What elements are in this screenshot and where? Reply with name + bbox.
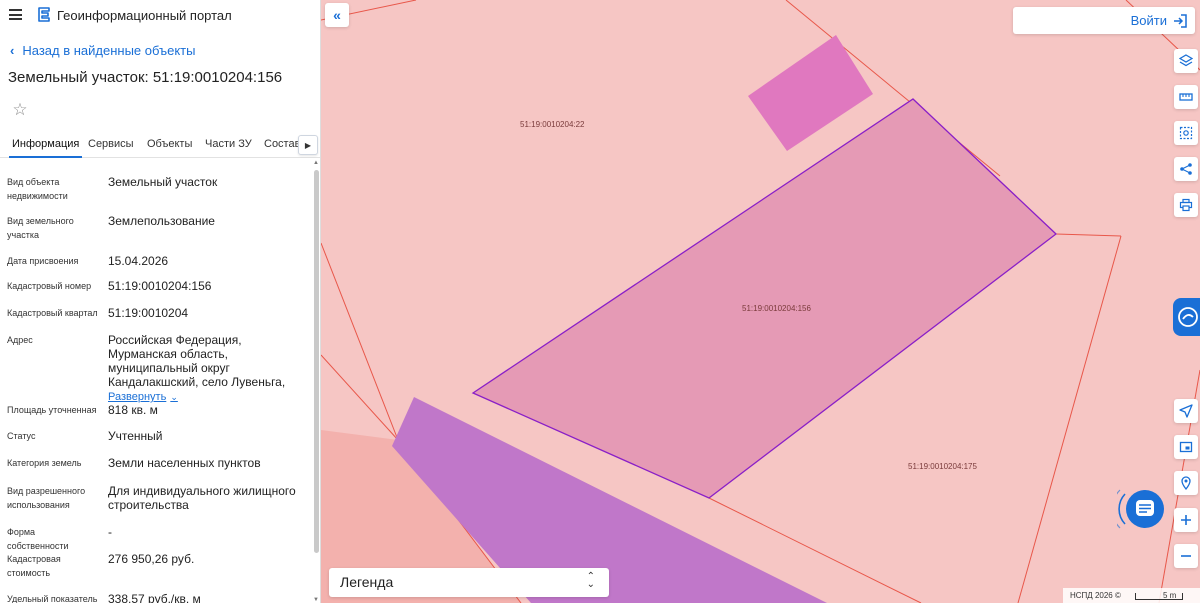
property-label: Вид земельного участка (7, 216, 74, 240)
property-label: Кадастровый номер (7, 281, 92, 291)
tab-information[interactable]: Информация (8, 138, 83, 158)
parcel-label-north: 51:19:0010204:22 (520, 120, 585, 129)
property-value: 51:19:0010204:156 (108, 279, 212, 293)
property-label: Форма собственности (7, 527, 69, 551)
property-value: Российская Федерация, Мурманская область… (108, 333, 308, 404)
copyright-text: НСПД 2026 © (1070, 591, 1121, 600)
login-icon (1174, 14, 1187, 28)
print-icon (1179, 198, 1193, 212)
property-value: 51:19:0010204 (108, 306, 189, 320)
parcel-label-east: 51:19:0010204:175 (908, 462, 978, 471)
property-label: Категория земель (7, 458, 82, 468)
scroll-up-icon[interactable]: ▲ (313, 160, 319, 166)
panel-header: Геоинформационный портал (0, 0, 320, 30)
support-tab-button[interactable] (1173, 298, 1200, 336)
panel-scrollbar[interactable]: ▲ ▼ (312, 160, 320, 603)
hamburger-icon[interactable] (9, 9, 22, 20)
map-canvas[interactable]: 51:19:0010204:22 51:19:0010204:156 51:19… (321, 0, 1200, 603)
double-chevron-left-icon: « (333, 7, 341, 23)
chat-bubble-icon (1111, 489, 1164, 529)
zoom-in-button[interactable] (1174, 508, 1198, 532)
expand-address-link[interactable]: Развернуть ⌄ (108, 390, 178, 404)
property-value: - (108, 525, 112, 539)
app-title: Геоинформационный портал (57, 8, 232, 23)
location-icon (1179, 404, 1193, 418)
selected-parcel[interactable] (471, 98, 1058, 499)
property-value: Учтенный (108, 429, 163, 443)
layers-button[interactable] (1174, 49, 1198, 73)
tab-composition[interactable]: Состав (264, 138, 300, 150)
property-value: 276 950,26 руб. (108, 552, 195, 566)
map-layer[interactable]: 51:19:0010204:22 51:19:0010204:156 51:19… (321, 0, 1200, 603)
tab-objects[interactable]: Объекты (147, 138, 192, 150)
back-label: Назад в найденные объекты (22, 43, 196, 58)
star-icon: ☆ (12, 100, 28, 119)
layers-icon (1179, 54, 1193, 67)
property-value: 818 кв. м (108, 403, 158, 417)
property-label: Вид разрешенного использования (7, 486, 86, 510)
property-label: Удельный показатель (7, 594, 98, 603)
legend-selector[interactable]: Легенда ⌃ ⌄ (329, 568, 609, 597)
select-area-icon (1179, 126, 1193, 140)
property-value: Земельный участок (108, 175, 218, 189)
scroll-down-icon[interactable]: ▼ (313, 597, 319, 603)
property-value: Земли населенных пунктов (108, 456, 261, 470)
parcel-boundary (1055, 233, 1122, 237)
property-label: Кадастровая стоимость (7, 554, 61, 578)
support-chat-icon (1178, 307, 1198, 327)
favorite-button[interactable]: ☆ (7, 97, 33, 123)
property-value: 15.04.2026 (108, 254, 169, 268)
tab-services[interactable]: Сервисы (88, 138, 134, 150)
property-value: Для индивидуального жилищного строительс… (108, 484, 296, 512)
zoom-out-icon (1181, 555, 1191, 557)
parcel-label-selected: 51:19:0010204:156 (742, 304, 812, 313)
expand-label: Развернуть (108, 391, 167, 403)
property-value: 338,57 руб./кв. м (108, 592, 201, 603)
address-value: Российская Федерация, Мурманская область… (108, 333, 286, 389)
select-area-button[interactable] (1174, 121, 1198, 145)
share-icon (1180, 163, 1192, 175)
ruler-icon (1179, 93, 1193, 101)
print-button[interactable] (1174, 193, 1198, 217)
minimap-button[interactable] (1174, 435, 1198, 459)
property-label: Адрес (7, 335, 33, 345)
parcel-boundary (321, 242, 399, 441)
chevron-down-icon: ⌄ (170, 392, 178, 402)
property-label: Статус (7, 431, 36, 441)
chat-assistant-button[interactable] (1111, 484, 1173, 534)
minimap-icon (1179, 441, 1193, 453)
geo-pin-button[interactable] (1174, 471, 1198, 495)
property-value: Землепользование (108, 214, 215, 228)
property-label: Дата присвоения (7, 256, 79, 266)
zoom-in-icon (1181, 515, 1191, 525)
chevron-left-icon: ‹ (10, 43, 15, 58)
property-label: Кадастровый квартал (7, 308, 98, 318)
scrollbar-thumb[interactable] (314, 170, 319, 553)
zoom-out-button[interactable] (1174, 544, 1198, 568)
tabs-scroll-right-button[interactable]: ▶ (298, 135, 318, 155)
object-title: Земельный участок: 51:19:0010204:156 (8, 69, 283, 86)
share-button[interactable] (1174, 157, 1198, 181)
properties-list: Вид объекта недвижимости Земельный участ… (0, 160, 312, 603)
scale-bar (1135, 593, 1183, 600)
side-panel: Геоинформационный портал ‹ Назад в найде… (0, 0, 321, 603)
my-location-button[interactable] (1174, 399, 1198, 423)
parcel-boundary (1017, 235, 1122, 603)
login-button[interactable]: Войти (1013, 7, 1195, 34)
legend-label: Легенда (340, 574, 394, 590)
info-tabs: Информация Сервисы Объекты Части ЗУ Сост… (0, 133, 320, 158)
building-polygon[interactable] (748, 35, 873, 151)
property-label: Вид объекта недвижимости (7, 177, 68, 201)
back-to-results-link[interactable]: ‹ Назад в найденные объекты (10, 43, 195, 58)
tab-parcel-parts[interactable]: Части ЗУ (205, 138, 252, 150)
login-label: Войти (1130, 13, 1167, 28)
property-label: Площадь уточненная (7, 405, 97, 415)
ruler-button[interactable] (1174, 85, 1198, 109)
parcel-boundary (321, 354, 399, 441)
chevron-right-icon: ▶ (304, 140, 312, 150)
collapse-panel-button[interactable]: « (325, 3, 349, 27)
portal-logo-icon[interactable] (36, 6, 52, 23)
chevron-up-down-icon: ⌃ ⌄ (586, 571, 595, 590)
geo-pin-icon (1181, 476, 1191, 490)
